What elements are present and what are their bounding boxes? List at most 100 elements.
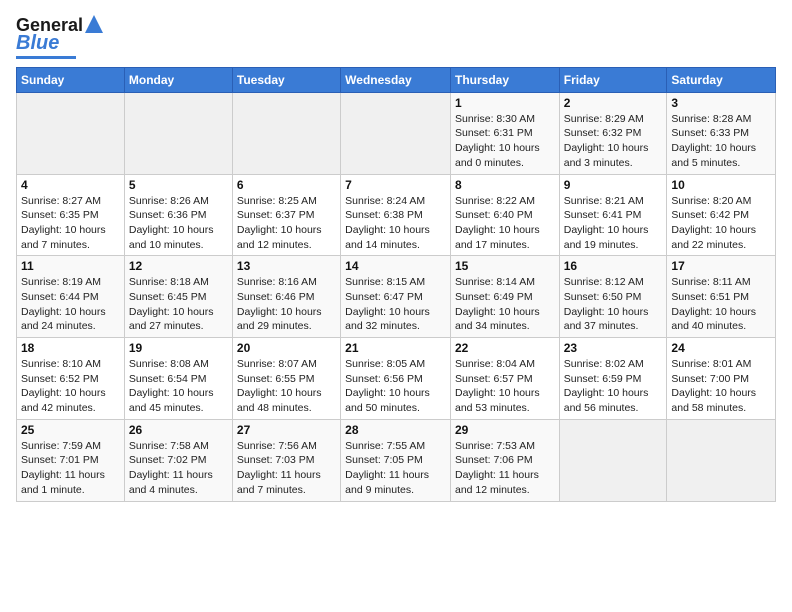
calendar-cell: 24 Sunrise: 8:01 AMSunset: 7:00 PMDayligh… bbox=[667, 338, 776, 420]
cell-info: Sunrise: 8:26 AMSunset: 6:36 PMDaylight:… bbox=[129, 194, 228, 253]
day-header-tuesday: Tuesday bbox=[232, 67, 340, 92]
cell-info: Sunrise: 7:59 AMSunset: 7:01 PMDaylight:… bbox=[21, 439, 120, 498]
cell-info: Sunrise: 8:02 AMSunset: 6:59 PMDaylight:… bbox=[564, 357, 663, 416]
cell-info: Sunrise: 8:18 AMSunset: 6:45 PMDaylight:… bbox=[129, 275, 228, 334]
calendar-cell: 15 Sunrise: 8:14 AMSunset: 6:49 PMDayligh… bbox=[450, 256, 559, 338]
cell-day-number: 26 bbox=[129, 423, 228, 437]
day-header-thursday: Thursday bbox=[450, 67, 559, 92]
calendar-cell bbox=[124, 92, 232, 174]
calendar-table: SundayMondayTuesdayWednesdayThursdayFrid… bbox=[16, 67, 776, 502]
cell-info: Sunrise: 8:07 AMSunset: 6:55 PMDaylight:… bbox=[237, 357, 336, 416]
calendar-cell: 28 Sunrise: 7:55 AMSunset: 7:05 PMDayligh… bbox=[341, 419, 451, 501]
cell-info: Sunrise: 8:29 AMSunset: 6:32 PMDaylight:… bbox=[564, 112, 663, 171]
cell-day-number: 15 bbox=[455, 259, 555, 273]
cell-info: Sunrise: 8:01 AMSunset: 7:00 PMDaylight:… bbox=[671, 357, 771, 416]
cell-info: Sunrise: 8:19 AMSunset: 6:44 PMDaylight:… bbox=[21, 275, 120, 334]
calendar-cell bbox=[667, 419, 776, 501]
page-header: General Blue bbox=[16, 16, 776, 59]
cell-info: Sunrise: 7:58 AMSunset: 7:02 PMDaylight:… bbox=[129, 439, 228, 498]
cell-day-number: 5 bbox=[129, 178, 228, 192]
cell-day-number: 28 bbox=[345, 423, 446, 437]
cell-day-number: 16 bbox=[564, 259, 663, 273]
cell-day-number: 12 bbox=[129, 259, 228, 273]
calendar-cell: 1 Sunrise: 8:30 AMSunset: 6:31 PMDaylight… bbox=[450, 92, 559, 174]
cell-info: Sunrise: 8:11 AMSunset: 6:51 PMDaylight:… bbox=[671, 275, 771, 334]
cell-info: Sunrise: 8:30 AMSunset: 6:31 PMDaylight:… bbox=[455, 112, 555, 171]
calendar-cell: 26 Sunrise: 7:58 AMSunset: 7:02 PMDayligh… bbox=[124, 419, 232, 501]
cell-day-number: 25 bbox=[21, 423, 120, 437]
cell-day-number: 24 bbox=[671, 341, 771, 355]
cell-info: Sunrise: 8:05 AMSunset: 6:56 PMDaylight:… bbox=[345, 357, 446, 416]
day-header-friday: Friday bbox=[559, 67, 667, 92]
calendar-cell: 9Sunrise: 8:21 AMSunset: 6:41 PMDaylight… bbox=[559, 174, 667, 256]
calendar-cell: 23Sunrise: 8:02 AMSunset: 6:59 PMDayligh… bbox=[559, 338, 667, 420]
cell-day-number: 4 bbox=[21, 178, 120, 192]
cell-info: Sunrise: 8:24 AMSunset: 6:38 PMDaylight:… bbox=[345, 194, 446, 253]
cell-day-number: 18 bbox=[21, 341, 120, 355]
cell-day-number: 3 bbox=[671, 96, 771, 110]
calendar-cell: 10 Sunrise: 8:20 AMSunset: 6:42 PMDayligh… bbox=[667, 174, 776, 256]
cell-day-number: 7 bbox=[345, 178, 446, 192]
cell-info: Sunrise: 8:08 AMSunset: 6:54 PMDaylight:… bbox=[129, 357, 228, 416]
logo-underline bbox=[16, 56, 76, 59]
cell-info: Sunrise: 8:20 AMSunset: 6:42 PMDaylight:… bbox=[671, 194, 771, 253]
calendar-cell: 25 Sunrise: 7:59 AMSunset: 7:01 PMDayligh… bbox=[17, 419, 125, 501]
cell-info: Sunrise: 8:15 AMSunset: 6:47 PMDaylight:… bbox=[345, 275, 446, 334]
cell-day-number: 11 bbox=[21, 259, 120, 273]
cell-day-number: 13 bbox=[237, 259, 336, 273]
cell-day-number: 9 bbox=[564, 178, 663, 192]
day-header-sunday: Sunday bbox=[17, 67, 125, 92]
calendar-cell: 18 Sunrise: 8:10 AMSunset: 6:52 PMDayligh… bbox=[17, 338, 125, 420]
cell-day-number: 20 bbox=[237, 341, 336, 355]
cell-day-number: 14 bbox=[345, 259, 446, 273]
calendar-cell: 12 Sunrise: 8:18 AMSunset: 6:45 PMDayligh… bbox=[124, 256, 232, 338]
cell-day-number: 1 bbox=[455, 96, 555, 110]
logo: General Blue bbox=[16, 16, 103, 59]
week-row-5: 25 Sunrise: 7:59 AMSunset: 7:01 PMDayligh… bbox=[17, 419, 776, 501]
calendar-cell: 19 Sunrise: 8:08 AMSunset: 6:54 PMDayligh… bbox=[124, 338, 232, 420]
calendar-cell: 8Sunrise: 8:22 AMSunset: 6:40 PMDaylight… bbox=[450, 174, 559, 256]
cell-day-number: 19 bbox=[129, 341, 228, 355]
week-row-1: 1 Sunrise: 8:30 AMSunset: 6:31 PMDaylight… bbox=[17, 92, 776, 174]
calendar-cell bbox=[232, 92, 340, 174]
cell-day-number: 10 bbox=[671, 178, 771, 192]
cell-info: Sunrise: 8:10 AMSunset: 6:52 PMDaylight:… bbox=[21, 357, 120, 416]
calendar-cell bbox=[341, 92, 451, 174]
week-row-2: 4Sunrise: 8:27 AMSunset: 6:35 PMDaylight… bbox=[17, 174, 776, 256]
calendar-cell: 2Sunrise: 8:29 AMSunset: 6:32 PMDaylight… bbox=[559, 92, 667, 174]
week-row-4: 18 Sunrise: 8:10 AMSunset: 6:52 PMDayligh… bbox=[17, 338, 776, 420]
cell-info: Sunrise: 7:55 AMSunset: 7:05 PMDaylight:… bbox=[345, 439, 446, 498]
calendar-cell: 7 Sunrise: 8:24 AMSunset: 6:38 PMDaylight… bbox=[341, 174, 451, 256]
cell-day-number: 27 bbox=[237, 423, 336, 437]
day-header-saturday: Saturday bbox=[667, 67, 776, 92]
calendar-cell: 5 Sunrise: 8:26 AMSunset: 6:36 PMDaylight… bbox=[124, 174, 232, 256]
calendar-cell: 13 Sunrise: 8:16 AMSunset: 6:46 PMDayligh… bbox=[232, 256, 340, 338]
calendar-cell: 21Sunrise: 8:05 AMSunset: 6:56 PMDayligh… bbox=[341, 338, 451, 420]
calendar-cell: 22 Sunrise: 8:04 AMSunset: 6:57 PMDayligh… bbox=[450, 338, 559, 420]
calendar-body: 1 Sunrise: 8:30 AMSunset: 6:31 PMDaylight… bbox=[17, 92, 776, 501]
day-header-wednesday: Wednesday bbox=[341, 67, 451, 92]
cell-day-number: 8 bbox=[455, 178, 555, 192]
cell-info: Sunrise: 8:14 AMSunset: 6:49 PMDaylight:… bbox=[455, 275, 555, 334]
calendar-cell: 29Sunrise: 7:53 AMSunset: 7:06 PMDayligh… bbox=[450, 419, 559, 501]
calendar-cell: 27 Sunrise: 7:56 AMSunset: 7:03 PMDayligh… bbox=[232, 419, 340, 501]
cell-info: Sunrise: 8:04 AMSunset: 6:57 PMDaylight:… bbox=[455, 357, 555, 416]
cell-day-number: 22 bbox=[455, 341, 555, 355]
calendar-cell: 4Sunrise: 8:27 AMSunset: 6:35 PMDaylight… bbox=[17, 174, 125, 256]
calendar-cell: 20 Sunrise: 8:07 AMSunset: 6:55 PMDayligh… bbox=[232, 338, 340, 420]
logo-icon bbox=[85, 15, 103, 33]
cell-day-number: 29 bbox=[455, 423, 555, 437]
calendar-cell: 14 Sunrise: 8:15 AMSunset: 6:47 PMDayligh… bbox=[341, 256, 451, 338]
cell-info: Sunrise: 8:12 AMSunset: 6:50 PMDaylight:… bbox=[564, 275, 663, 334]
calendar-cell bbox=[559, 419, 667, 501]
cell-info: Sunrise: 7:56 AMSunset: 7:03 PMDaylight:… bbox=[237, 439, 336, 498]
calendar-cell: 11 Sunrise: 8:19 AMSunset: 6:44 PMDayligh… bbox=[17, 256, 125, 338]
cell-info: Sunrise: 8:16 AMSunset: 6:46 PMDaylight:… bbox=[237, 275, 336, 334]
logo-blue-text: Blue bbox=[16, 32, 59, 54]
cell-day-number: 6 bbox=[237, 178, 336, 192]
calendar-cell bbox=[17, 92, 125, 174]
calendar-cell: 3Sunrise: 8:28 AMSunset: 6:33 PMDaylight… bbox=[667, 92, 776, 174]
calendar-header: SundayMondayTuesdayWednesdayThursdayFrid… bbox=[17, 67, 776, 92]
day-header-monday: Monday bbox=[124, 67, 232, 92]
week-row-3: 11 Sunrise: 8:19 AMSunset: 6:44 PMDayligh… bbox=[17, 256, 776, 338]
